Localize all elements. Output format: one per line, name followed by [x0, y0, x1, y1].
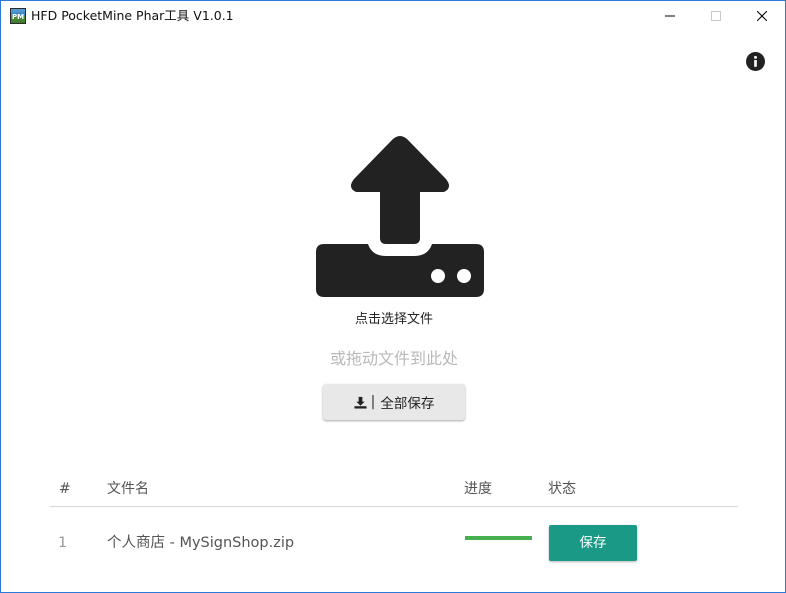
header-status: 状态 [548, 481, 576, 497]
window-title: HFD PocketMine Phar工具 V1.0.1 [31, 8, 234, 23]
row-save-button[interactable]: 保存 [549, 525, 637, 561]
row-index: 1 [58, 535, 68, 551]
upload-icon[interactable] [316, 134, 484, 297]
close-icon [757, 11, 767, 21]
header-filename: 文件名 [107, 481, 149, 497]
app-window: PM HFD PocketMine Phar工具 V1.0.1 点击选择文件 或… [0, 0, 786, 593]
drag-drop-hint: 或拖动文件到此处 [329, 349, 458, 368]
row-progress-fill [465, 536, 532, 540]
app-logo-text: PM [12, 13, 25, 21]
title-bar[interactable]: PM HFD PocketMine Phar工具 V1.0.1 [1, 1, 785, 31]
row-progress-bar [465, 536, 532, 540]
row-filename: 个人商店 - MySignShop.zip [107, 535, 295, 551]
save-all-button[interactable]: | 全部保存 [323, 384, 465, 420]
save-all-separator: | [370, 394, 376, 410]
select-file-label[interactable]: 点击选择文件 [294, 311, 494, 329]
header-progress: 进度 [464, 481, 492, 497]
table-header: # 文件名 进度 状态 [50, 471, 738, 507]
maximize-icon [711, 11, 721, 21]
app-logo-icon: PM [10, 8, 26, 24]
download-icon [354, 396, 367, 409]
header-index: # [59, 481, 71, 497]
info-icon[interactable] [746, 52, 765, 71]
save-all-label: 全部保存 [380, 396, 435, 412]
minimize-icon [665, 15, 675, 17]
file-table: # 文件名 进度 状态 1 个人商店 - MySignShop.zip 保存 [50, 471, 738, 581]
minimize-button[interactable] [647, 1, 693, 31]
close-button[interactable] [739, 1, 785, 31]
maximize-button[interactable] [693, 1, 739, 31]
